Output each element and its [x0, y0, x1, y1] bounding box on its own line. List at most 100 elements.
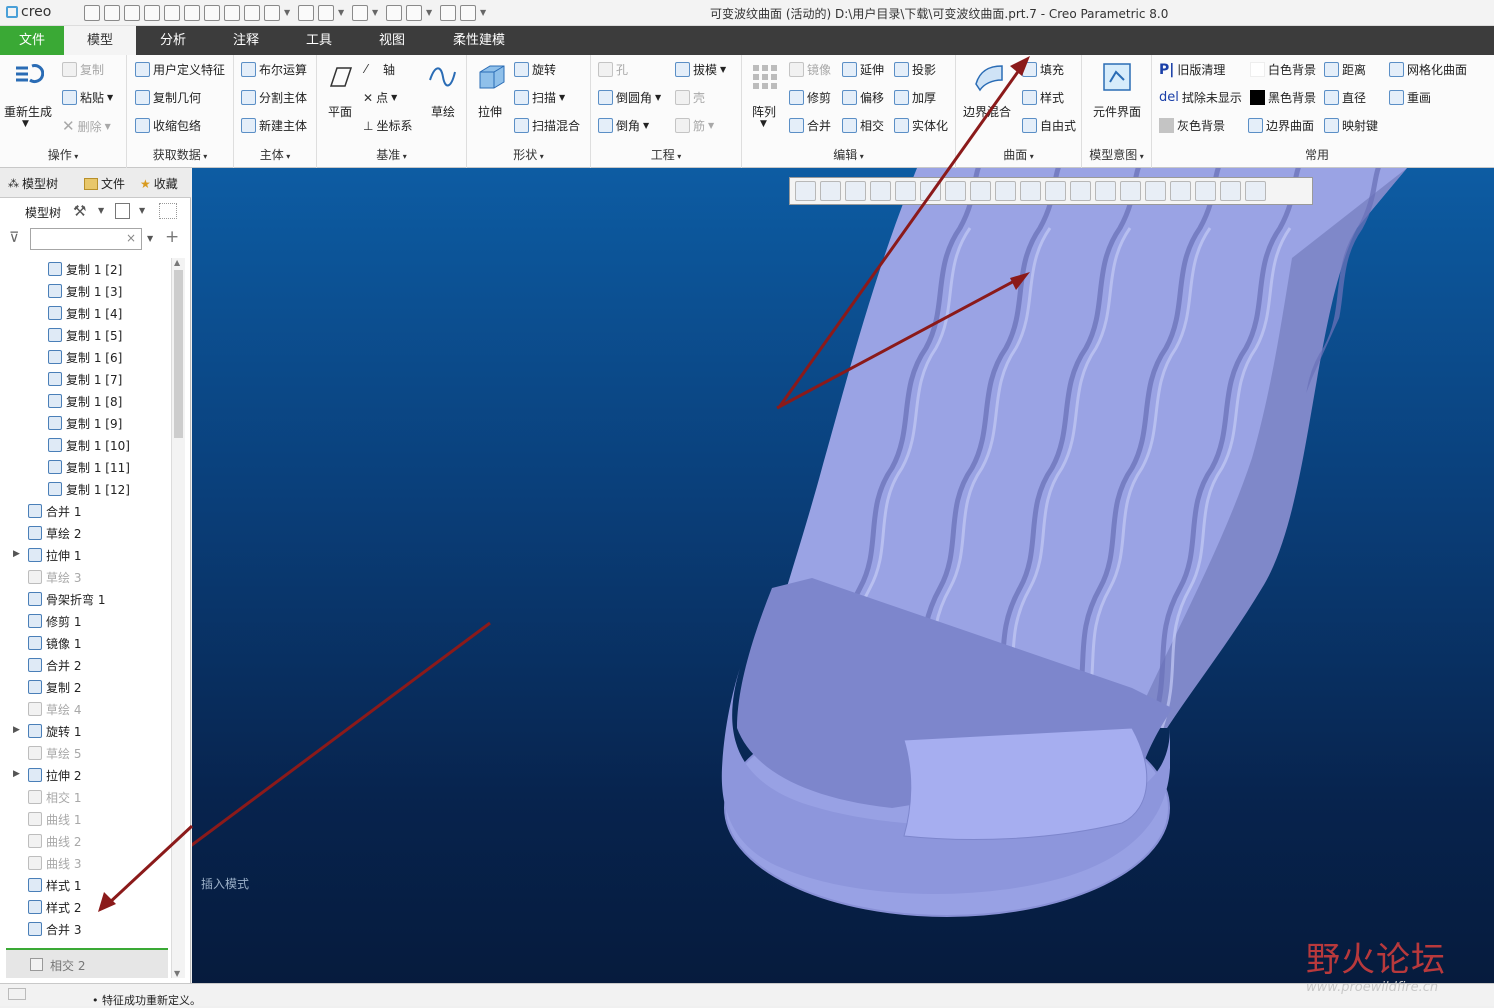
tree-scrollbar[interactable]: ▲ ▼: [171, 258, 185, 978]
round-button[interactable]: 倒圆角 ▼: [598, 89, 661, 106]
tree-item[interactable]: 合并 3: [28, 918, 81, 940]
tree-item[interactable]: 相交 1: [28, 786, 81, 808]
trim-button[interactable]: 修剪: [789, 89, 831, 106]
tree-item[interactable]: 复制 1 [10]: [48, 434, 130, 456]
group-label-shape[interactable]: 形状: [467, 146, 590, 163]
rib-button[interactable]: 筋 ▼: [675, 117, 714, 134]
delete-button[interactable]: ✕ 删除 ▼: [62, 117, 111, 135]
offset-button[interactable]: 偏移: [842, 89, 884, 106]
project-button[interactable]: 投影: [894, 61, 936, 78]
expand-icon[interactable]: ▶: [13, 769, 20, 779]
clear-icon[interactable]: ×: [126, 231, 136, 245]
udf-button[interactable]: 用户定义特征: [135, 61, 225, 78]
shrinkwrap-button[interactable]: 收缩包络: [135, 117, 201, 134]
open-file-icon[interactable]: [104, 5, 120, 21]
sketch-button[interactable]: 草绘: [431, 103, 455, 120]
filter-settings-icon[interactable]: [159, 203, 177, 219]
revolve-button[interactable]: 旋转: [514, 61, 556, 78]
tree-item[interactable]: 复制 1 [8]: [48, 390, 122, 412]
view-manager-icon[interactable]: [970, 181, 991, 201]
tree-item[interactable]: 合并 2: [28, 654, 81, 676]
tab-annotate[interactable]: 注释: [218, 26, 274, 55]
close-window-icon[interactable]: [460, 5, 476, 21]
tree-item[interactable]: 复制 1 [3]: [48, 280, 122, 302]
chevron-down-icon[interactable]: ▼: [284, 5, 294, 21]
point-display-icon[interactable]: [1070, 181, 1091, 201]
scroll-up-icon[interactable]: ▲: [174, 258, 180, 267]
tree-item[interactable]: 复制 2: [28, 676, 81, 698]
tab-tools[interactable]: 工具: [291, 26, 347, 55]
repaint-icon[interactable]: [870, 181, 891, 201]
pattern-button[interactable]: 阵列: [752, 103, 776, 120]
tab-files[interactable]: 文件: [84, 175, 130, 192]
tree-item[interactable]: 草绘 3: [28, 566, 81, 588]
tree-item[interactable]: 复制 1 [4]: [48, 302, 122, 324]
axis-button[interactable]: ⁄ 轴: [365, 61, 395, 78]
perspective-icon[interactable]: [895, 181, 916, 201]
spin-center-icon[interactable]: [1170, 181, 1191, 201]
grey-background-button[interactable]: 灰色背景: [1159, 117, 1225, 134]
repaint-button[interactable]: 重画: [1389, 89, 1431, 106]
tab-view[interactable]: 视图: [364, 26, 420, 55]
sweep-button[interactable]: 扫描 ▼: [514, 89, 565, 106]
style-button[interactable]: 样式: [1022, 89, 1064, 106]
zoom-in-icon[interactable]: [820, 181, 841, 201]
section-icon[interactable]: [995, 181, 1016, 201]
component-interface-button[interactable]: 元件界面: [1093, 103, 1141, 120]
customize-icon[interactable]: ▼: [480, 5, 490, 21]
window-icon[interactable]: [298, 5, 314, 21]
tab-file[interactable]: 文件: [0, 26, 64, 55]
tree-item[interactable]: 草绘 2: [28, 522, 81, 544]
redo-icon[interactable]: [352, 5, 368, 21]
chamfer-button[interactable]: 倒角 ▼: [598, 117, 649, 134]
new-file-icon[interactable]: [84, 5, 100, 21]
tree-item[interactable]: 样式 2: [28, 896, 81, 918]
freestyle-button[interactable]: 自由式: [1022, 117, 1076, 134]
tree-item[interactable]: 复制 1 [9]: [48, 412, 122, 434]
tree-item[interactable]: 旋转 1: [28, 720, 81, 742]
paste-button[interactable]: 粘贴 ▼: [62, 89, 113, 106]
boolean-button[interactable]: 布尔运算: [241, 61, 307, 78]
scrollbar-thumb[interactable]: [174, 270, 183, 438]
regen-manager-icon[interactable]: [386, 5, 402, 21]
appearance-icon[interactable]: [264, 5, 280, 21]
group-label-operations[interactable]: 操作: [0, 146, 126, 163]
split-body-button[interactable]: 分割主体: [241, 89, 307, 106]
chevron-down-icon[interactable]: ▼: [98, 206, 104, 215]
settings-icon[interactable]: ⚒: [73, 202, 86, 220]
tree-item[interactable]: 复制 1 [2]: [48, 258, 122, 280]
boundary-surface-button[interactable]: 边界曲面: [1248, 117, 1314, 134]
tab-flexible-modeling[interactable]: 柔性建模: [444, 26, 514, 55]
erase-not-displayed-button[interactable]: del 拭除未显示: [1159, 89, 1242, 106]
chevron-down-icon[interactable]: ▼: [147, 234, 153, 243]
regenerate-icon[interactable]: [1245, 181, 1266, 201]
new-body-button[interactable]: 新建主体: [241, 117, 307, 134]
black-background-button[interactable]: 黑色背景: [1250, 89, 1316, 106]
zoom-out-icon[interactable]: [845, 181, 866, 201]
tree-item[interactable]: 复制 1 [6]: [48, 346, 122, 368]
fill-button[interactable]: 填充: [1022, 61, 1064, 78]
display-style-icon[interactable]: [920, 181, 941, 201]
graphics-window[interactable]: 插入模式: [192, 168, 1494, 983]
tab-model-tree[interactable]: ⁂ 模型树: [8, 175, 58, 192]
swept-blend-button[interactable]: 扫描混合: [514, 117, 580, 134]
distance-button[interactable]: 距离: [1324, 61, 1366, 78]
print-icon[interactable]: [184, 5, 200, 21]
legacy-cleanup-button[interactable]: P| 旧版清理: [1159, 61, 1225, 78]
hole-button[interactable]: 孔: [598, 61, 628, 78]
add-icon[interactable]: +: [165, 227, 179, 247]
tree-item[interactable]: 拉伸 2: [28, 764, 81, 786]
tree-item[interactable]: 曲线 2: [28, 830, 81, 852]
group-label-body[interactable]: 主体: [234, 146, 316, 163]
csys-button[interactable]: ⊥ 坐标系: [363, 117, 412, 134]
scroll-down-icon[interactable]: ▼: [174, 969, 180, 978]
intersect-button[interactable]: 相交: [842, 117, 884, 134]
merge-button[interactable]: 合并: [789, 117, 831, 134]
regenerate-icon[interactable]: [204, 5, 220, 21]
tree-item[interactable]: 骨架折弯 1: [28, 588, 105, 610]
save-icon[interactable]: [124, 5, 140, 21]
tree-item[interactable]: 复制 1 [11]: [48, 456, 130, 478]
regenerate-button[interactable]: 重新生成: [4, 103, 52, 120]
tree-item[interactable]: 合并 1: [28, 500, 81, 522]
draft-button[interactable]: 拔模 ▼: [675, 61, 726, 78]
